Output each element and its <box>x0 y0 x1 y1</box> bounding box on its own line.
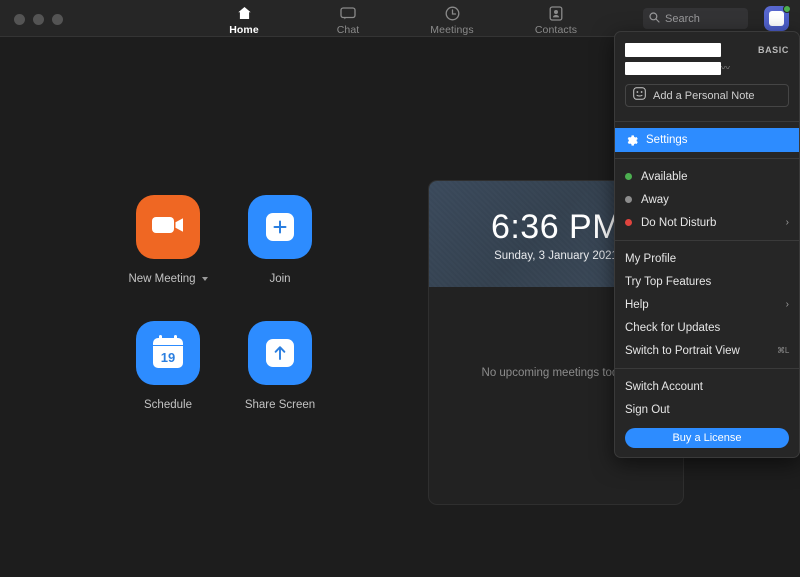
search-icon <box>649 10 660 28</box>
chevron-right-icon: › <box>786 217 789 228</box>
tab-home-label: Home <box>229 24 259 36</box>
menu-item-switch-to-portrait-view[interactable]: Switch to Portrait View ⌘L <box>615 339 799 362</box>
join-caption: Join <box>269 273 290 285</box>
status-group: Available Away Do Not Disturb › <box>615 165 799 234</box>
status-item-available[interactable]: Available <box>615 165 799 188</box>
status-away-label: Away <box>641 194 789 206</box>
status-item-do-not-disturb[interactable]: Do Not Disturb › <box>615 211 799 234</box>
schedule-tile[interactable]: 19 <box>136 321 200 385</box>
switch-to-portrait-view-label: Switch to Portrait View <box>625 345 777 357</box>
menu-item-settings[interactable]: Settings <box>615 128 799 152</box>
status-dot-away-icon <box>625 196 632 203</box>
menu-item-try-top-features[interactable]: Try Top Features <box>615 270 799 293</box>
clock-icon <box>445 5 460 22</box>
menu-item-check-for-updates[interactable]: Check for Updates <box>615 316 799 339</box>
squiggle-icon: 〰 <box>721 64 730 73</box>
avatar-inner-shape <box>769 11 784 26</box>
profile-name-redacted <box>625 43 721 57</box>
calendar-day-number: 19 <box>161 351 175 368</box>
sign-out-label: Sign Out <box>625 404 789 416</box>
menu-group-account: Switch Account Sign Out <box>615 375 799 421</box>
tab-contacts-label: Contacts <box>535 24 577 36</box>
contacts-icon <box>549 5 563 22</box>
tab-chat-label: Chat <box>337 24 360 36</box>
plus-icon <box>266 213 294 241</box>
personal-note-input[interactable]: Add a Personal Note <box>625 84 789 107</box>
menu-item-switch-account[interactable]: Switch Account <box>615 375 799 398</box>
join-label: Join <box>269 273 290 285</box>
calendar-header-bar <box>153 338 183 346</box>
tab-meetings[interactable]: Meetings <box>418 2 486 36</box>
my-profile-label: My Profile <box>625 253 789 265</box>
chevron-down-icon[interactable] <box>202 277 208 281</box>
share-screen-button[interactable]: Share Screen <box>224 321 336 447</box>
gear-icon <box>625 134 638 147</box>
divider-1 <box>615 121 799 122</box>
divider-3 <box>615 240 799 241</box>
profile-name-row: BASIC <box>625 43 789 57</box>
menu-item-sign-out[interactable]: Sign Out <box>615 398 799 421</box>
share-screen-caption: Share Screen <box>245 399 315 411</box>
profile-email-row: 〰 <box>625 62 789 75</box>
menu-item-my-profile[interactable]: My Profile <box>615 247 799 270</box>
clock-time: 6:36 PM <box>491 210 621 246</box>
menu-item-help[interactable]: Help › <box>615 293 799 316</box>
status-dot-dnd-icon <box>625 219 632 226</box>
tab-contacts[interactable]: Contacts <box>522 2 590 36</box>
profile-email-redacted <box>625 62 721 75</box>
share-screen-tile[interactable] <box>248 321 312 385</box>
join-tile[interactable] <box>248 195 312 259</box>
tab-meetings-label: Meetings <box>430 24 473 36</box>
search-placeholder: Search <box>665 13 700 25</box>
share-screen-arrow-icon <box>266 339 294 367</box>
switch-account-label: Switch Account <box>625 381 789 393</box>
status-dot-available-icon <box>625 173 632 180</box>
tab-chat[interactable]: Chat <box>314 2 382 36</box>
check-for-updates-label: Check for Updates <box>625 322 789 334</box>
new-meeting-caption: New Meeting <box>128 273 207 285</box>
divider-4 <box>615 368 799 369</box>
chevron-right-icon: › <box>786 299 789 310</box>
portrait-view-shortcut: ⌘L <box>777 346 789 355</box>
profile-section: BASIC 〰 Add a Personal Note <box>615 41 799 115</box>
buy-a-license-button[interactable]: Buy a License <box>625 428 789 448</box>
divider-2 <box>615 158 799 159</box>
menu-group-main: My Profile Try Top Features Help › Check… <box>615 247 799 362</box>
help-label: Help <box>625 299 786 311</box>
personal-note-placeholder: Add a Personal Note <box>653 90 755 102</box>
new-meeting-tile[interactable] <box>136 195 200 259</box>
settings-label: Settings <box>646 134 789 146</box>
search-input[interactable]: Search <box>643 8 748 29</box>
join-button[interactable]: Join <box>224 195 336 321</box>
status-available-label: Available <box>641 171 789 183</box>
home-action-grid: New Meeting Join <box>112 195 336 447</box>
chat-icon <box>340 5 356 22</box>
schedule-button[interactable]: 19 Schedule <box>112 321 224 447</box>
smiley-face-icon <box>633 87 646 105</box>
avatar[interactable] <box>764 6 790 32</box>
profile-dropdown-menu: BASIC 〰 Add a Personal Note Settings <box>614 31 800 458</box>
video-camera-icon <box>151 214 185 241</box>
tab-home[interactable]: Home <box>210 2 278 36</box>
new-meeting-button[interactable]: New Meeting <box>112 195 224 321</box>
new-meeting-label: New Meeting <box>128 273 195 285</box>
status-dnd-label: Do Not Disturb <box>641 217 786 229</box>
home-icon <box>237 5 252 22</box>
try-top-features-label: Try Top Features <box>625 276 789 288</box>
zoom-app-window: Home Chat Meetings Contacts <box>0 0 800 577</box>
avatar-status-dot <box>783 5 791 13</box>
share-screen-label: Share Screen <box>245 399 315 411</box>
schedule-label: Schedule <box>144 399 192 411</box>
plan-badge: BASIC <box>758 45 789 55</box>
calendar-icon: 19 <box>153 338 183 368</box>
status-item-away[interactable]: Away <box>615 188 799 211</box>
schedule-caption: Schedule <box>144 399 192 411</box>
clock-date: Sunday, 3 January 2021 <box>494 250 618 262</box>
